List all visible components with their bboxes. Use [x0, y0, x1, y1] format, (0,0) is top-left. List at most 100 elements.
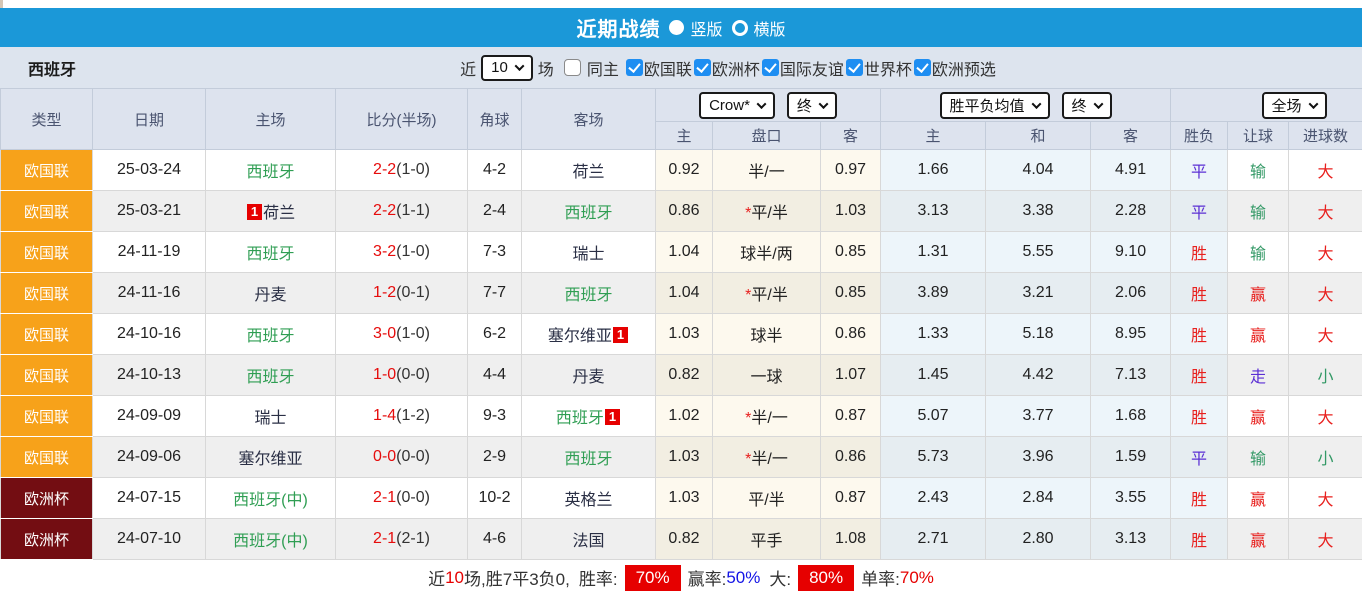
score-cell: 0-0(0-0)	[336, 437, 468, 478]
horizontal-layout-label: 横版	[754, 16, 786, 40]
goals-result-cell: 大	[1289, 191, 1362, 232]
away-team-cell: 英格兰	[522, 478, 656, 519]
avg-draw-odds-cell: 5.55	[986, 232, 1091, 273]
avg-away-odds-cell: 1.68	[1091, 396, 1171, 437]
goals-result-cell: 小	[1289, 437, 1362, 478]
scope-select[interactable]: 全场	[1262, 92, 1327, 119]
home-team-cell: 塞尔维亚	[206, 437, 336, 478]
avg-away-odds-cell: 8.95	[1091, 314, 1171, 355]
date-cell: 25-03-21	[93, 191, 206, 232]
goals-result-cell: 大	[1289, 150, 1362, 191]
league-type-cell: 欧洲杯	[1, 478, 93, 519]
sub-header-line: 盘口	[713, 122, 821, 150]
league-checkbox[interactable]: 欧国联	[626, 56, 692, 80]
away-team-cell: 西班牙	[522, 437, 656, 478]
corner-cell: 7-3	[468, 232, 522, 273]
score-cell: 2-2(1-0)	[336, 150, 468, 191]
avg-draw-odds-cell: 2.80	[986, 519, 1091, 560]
score-cell: 1-2(0-1)	[336, 273, 468, 314]
checkbox-icon	[762, 59, 779, 76]
league-label: 国际友谊	[780, 56, 844, 80]
league-type-cell: 欧国联	[1, 150, 93, 191]
league-checkbox[interactable]: 世界杯	[846, 56, 912, 80]
corner-cell: 4-4	[468, 355, 522, 396]
handicap-line-cell: *平/半	[713, 273, 821, 314]
date-cell: 24-07-10	[93, 519, 206, 560]
result-cell: 胜	[1171, 232, 1228, 273]
avg-draw-odds-cell: 2.84	[986, 478, 1091, 519]
handicap-result-cell: 输	[1228, 191, 1289, 232]
summary-count: 10	[445, 568, 464, 588]
avg-period-select[interactable]: 终	[1062, 92, 1112, 119]
result-cell: 胜	[1171, 355, 1228, 396]
away-team-cell: 西班牙	[522, 273, 656, 314]
league-checkbox[interactable]: 欧洲杯	[694, 56, 760, 80]
yield-rate-value: 50%	[726, 568, 760, 588]
handicap-home-odds-cell: 1.02	[656, 396, 713, 437]
avg-away-odds-cell: 1.59	[1091, 437, 1171, 478]
single-rate-label: 单率:	[861, 565, 900, 590]
corner-cell: 4-6	[468, 519, 522, 560]
avg-home-odds-cell: 3.13	[881, 191, 986, 232]
sub-header-home-odds: 主	[656, 122, 713, 150]
corner-cell: 7-7	[468, 273, 522, 314]
handicap-result-cell: 输	[1228, 437, 1289, 478]
result-cell: 胜	[1171, 273, 1228, 314]
red-card-badge: 1	[613, 327, 628, 343]
big-rate-label: 大:	[769, 565, 791, 590]
panel-title: 近期战绩	[576, 13, 660, 42]
col-header-date: 日期	[93, 89, 206, 150]
avg-away-odds-cell: 7.13	[1091, 355, 1171, 396]
league-type-cell: 欧国联	[1, 314, 93, 355]
win-rate-badge: 70%	[625, 565, 681, 591]
corner-cell: 4-2	[468, 150, 522, 191]
match-count-select[interactable]: 10	[481, 55, 533, 81]
away-team-cell: 荷兰	[522, 150, 656, 191]
avg-away-odds-cell: 3.13	[1091, 519, 1171, 560]
sub-header-avg-home: 主	[881, 122, 986, 150]
summary-record: 场,胜7平3负0,	[464, 565, 570, 590]
away-team-cell: 西班牙1	[522, 396, 656, 437]
vertical-layout-label: 竖版	[690, 16, 722, 40]
result-cell: 平	[1171, 191, 1228, 232]
handicap-line-cell: 球半	[713, 314, 821, 355]
score-cell: 2-1(2-1)	[336, 519, 468, 560]
away-team-cell: 西班牙	[522, 191, 656, 232]
summary-bar: 近10场,胜7平3负0, 胜率:70% 赢率:50% 大:80% 单率:70%	[0, 560, 1362, 595]
corner-cell: 6-2	[468, 314, 522, 355]
date-cell: 25-03-24	[93, 150, 206, 191]
league-type-cell: 欧国联	[1, 191, 93, 232]
goals-result-cell: 小	[1289, 355, 1362, 396]
league-label: 欧洲杯	[712, 56, 760, 80]
checkbox-unchecked-icon	[564, 59, 581, 76]
handicap-line-cell: *平/半	[713, 191, 821, 232]
score-cell: 1-4(1-2)	[336, 396, 468, 437]
match-row: 欧国联24-10-13西班牙1-0(0-0)4-4丹麦0.82一球1.071.4…	[1, 355, 1362, 396]
league-checkbox[interactable]: 欧洲预选	[914, 56, 996, 80]
bookmaker-period-select[interactable]: 终	[787, 92, 837, 119]
chevron-down-icon	[756, 99, 766, 109]
avg-home-odds-cell: 3.89	[881, 273, 986, 314]
horizontal-layout-radio[interactable]: 横版	[732, 16, 786, 40]
same-home-checkbox[interactable]: 同主	[564, 56, 619, 80]
match-row: 欧国联24-09-09瑞士1-4(1-2)9-3西班牙11.02*半/一0.87…	[1, 396, 1362, 437]
away-team-cell: 瑞士	[522, 232, 656, 273]
single-rate-value: 70%	[900, 568, 934, 588]
handicap-home-odds-cell: 0.86	[656, 191, 713, 232]
handicap-away-odds-cell: 0.87	[821, 478, 881, 519]
radio-unselected-icon	[732, 20, 748, 36]
avg-group-header: 胜平负均值 终	[881, 89, 1171, 122]
handicap-result-cell: 赢	[1228, 273, 1289, 314]
bookmaker-select[interactable]: Crow*	[699, 92, 775, 119]
avg-home-odds-cell: 1.66	[881, 150, 986, 191]
goals-result-cell: 大	[1289, 273, 1362, 314]
vertical-layout-radio[interactable]: 竖版	[669, 16, 722, 40]
league-checkbox[interactable]: 国际友谊	[762, 56, 844, 80]
avg-draw-odds-cell: 5.18	[986, 314, 1091, 355]
handicap-line-cell: 平/半	[713, 478, 821, 519]
handicap-line-cell: 球半/两	[713, 232, 821, 273]
col-header-corner: 角球	[468, 89, 522, 150]
avg-type-select[interactable]: 胜平负均值	[940, 92, 1050, 119]
recent-results-table: 类型 日期 主场 比分(半场) 角球 客场 Crow* 终	[0, 88, 1362, 560]
handicap-line-cell: *半/一	[713, 437, 821, 478]
